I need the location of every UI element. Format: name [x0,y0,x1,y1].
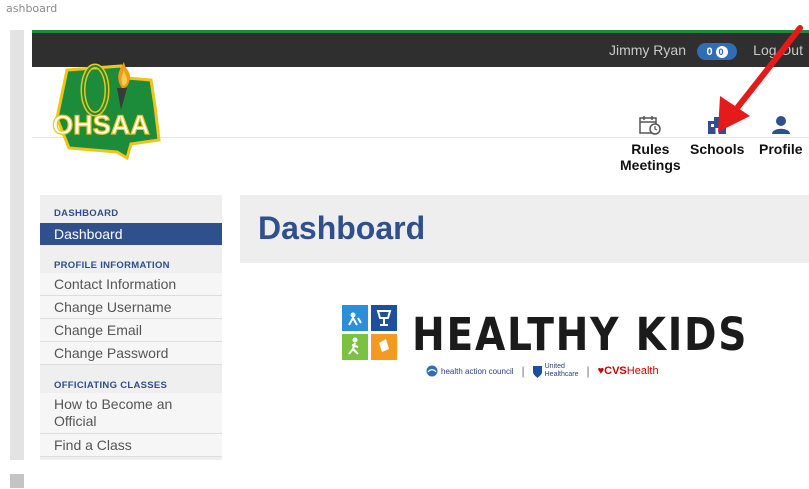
nav-rules-label-1: Rules [631,141,670,157]
healthy-kids-tiles-logo[interactable] [342,305,397,360]
sponsor-row: health action council | United Healthcar… [426,361,659,381]
page-title: Dashboard [258,210,426,246]
sidebar-item-dashboard[interactable]: Dashboard [40,223,222,245]
calendar-clock-icon [639,116,662,135]
sidebar-section-profile: PROFILE INFORMATION [54,260,170,271]
sponsor-cvs-health: Health [626,365,659,377]
united-line: United [544,363,565,370]
left-strip-handle[interactable] [10,474,24,488]
left-scroll-strip [10,30,24,460]
logo-text: OHSAA [52,110,150,140]
sidebar-section-dashboard: DASHBOARD [54,208,119,219]
sponsor-cvs: CVS [604,365,627,377]
nav-rules-meetings[interactable]: Rules Meetings [620,115,681,173]
sidebar: DASHBOARD Dashboard PROFILE INFORMATION … [40,195,222,460]
sponsor-separator: | [521,364,525,378]
sponsor-united-healthcare: United Healthcare [545,363,579,379]
healthy-kids-title: HEALTHY KIDS [412,308,749,361]
ohsaa-logo[interactable]: OHSAA [47,48,165,163]
sidebar-item-contact-information[interactable]: Contact Information [40,273,222,296]
browser-tab-title: ashboard [6,2,58,15]
healthcare-line: Healthcare [544,371,579,378]
united-healthcare-shield-icon [532,365,542,378]
sponsor-health-action-council: health action council [441,366,514,376]
how-to-become-line-2: Official [54,413,97,429]
nav-rules-label-2: Meetings [620,157,681,173]
sidebar-item-how-to-become-official[interactable]: How to Become an Official [40,393,222,434]
sidebar-item-change-email[interactable]: Change Email [40,319,222,342]
sidebar-item-change-username[interactable]: Change Username [40,296,222,319]
nav-profile-label: Profile [759,141,803,157]
sidebar-item-find-a-class[interactable]: Find a Class [40,434,222,457]
page: ashboard Jimmy Ryan 0 0 Log Out OHSAA Ru… [0,0,809,489]
nav-schools-label: Schools [690,141,745,157]
sponsor-separator-2: | [586,364,590,378]
main-header: Dashboard [240,195,809,263]
health-action-council-icon [426,365,438,377]
sidebar-item-change-password[interactable]: Change Password [40,342,222,365]
sidebar-section-officiating: OFFICIATING CLASSES [54,380,168,391]
user-name[interactable]: Jimmy Ryan [609,42,686,58]
how-to-become-line-1: How to Become an [54,396,173,412]
red-arrow-annotation [718,25,803,132]
